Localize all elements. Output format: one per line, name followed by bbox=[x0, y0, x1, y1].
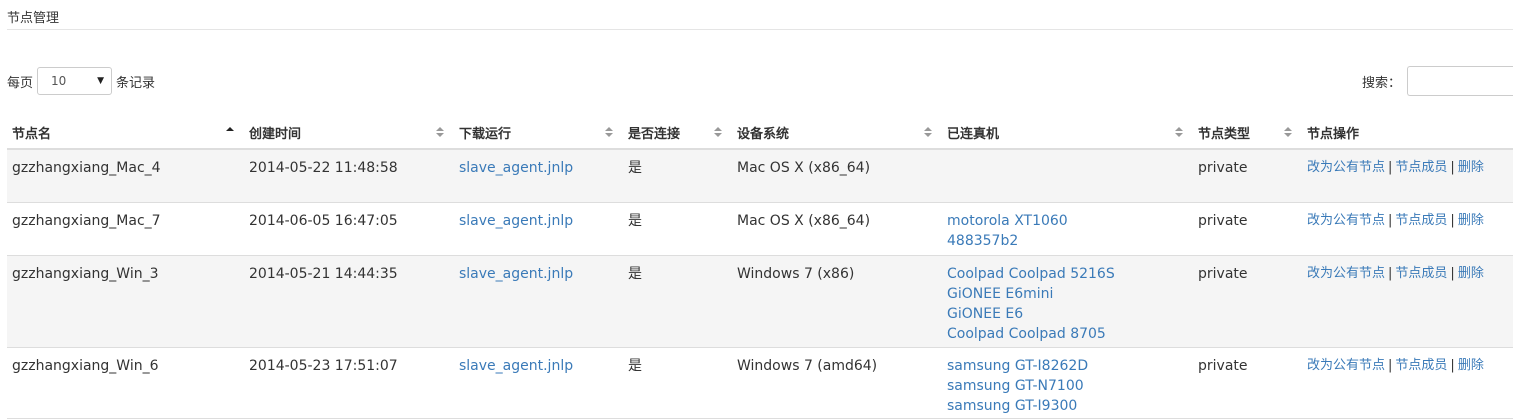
page-length-value: 10 bbox=[51, 74, 67, 88]
table-row: gzzhangxiang_Mac_4 2014-05-22 11:48:58 s… bbox=[7, 149, 1513, 203]
sort-icon bbox=[1284, 127, 1292, 137]
node-name-cell: gzzhangxiang_Win_6 bbox=[7, 347, 244, 419]
created-time-cell: 2014-06-05 16:47:05 bbox=[244, 202, 454, 256]
search-input[interactable] bbox=[1407, 66, 1513, 96]
node-type-cell: private bbox=[1193, 347, 1302, 419]
column-header-connected[interactable]: 是否连接 bbox=[623, 116, 732, 150]
search-label: 搜索： bbox=[1361, 75, 1401, 91]
column-header-download-run[interactable]: 下载运行 bbox=[454, 116, 623, 150]
column-header-node-actions: 节点操作 bbox=[1302, 116, 1513, 150]
phone-link[interactable]: 488357b2 bbox=[947, 231, 1193, 251]
table-row: gzzhangxiang_Win_6 2014-05-23 17:51:07 s… bbox=[7, 347, 1513, 419]
sort-icon bbox=[1175, 127, 1183, 137]
column-header-created-time[interactable]: 创建时间 bbox=[244, 116, 454, 150]
table-header-row: 节点名 创建时间 下载运行 是否连接 设备系统 已连真机 节点类型 节点操作 bbox=[7, 116, 1513, 150]
download-jnlp-link[interactable]: slave_agent.jnlp bbox=[459, 266, 573, 282]
make-public-link[interactable]: 改为公有节点 bbox=[1307, 213, 1385, 228]
device-os-cell: Windows 7 (x86) bbox=[732, 255, 942, 348]
created-time-cell: 2014-05-23 17:51:07 bbox=[244, 347, 454, 419]
search-control: 搜索： bbox=[1362, 66, 1513, 96]
sort-icon bbox=[605, 127, 613, 137]
make-public-link[interactable]: 改为公有节点 bbox=[1307, 358, 1385, 373]
phone-link[interactable]: Coolpad Coolpad 5216S bbox=[947, 264, 1193, 284]
device-os-cell: Mac OS X (x86_64) bbox=[732, 202, 942, 256]
node-type-cell: private bbox=[1193, 202, 1302, 256]
node-table: 节点名 创建时间 下载运行 是否连接 设备系统 已连真机 节点类型 节点操作 g… bbox=[7, 116, 1513, 419]
table-row: gzzhangxiang_Win_3 2014-05-21 14:44:35 s… bbox=[7, 255, 1513, 348]
created-time-cell: 2014-05-21 14:44:35 bbox=[244, 255, 454, 348]
node-name-cell: gzzhangxiang_Mac_7 bbox=[7, 202, 244, 256]
connected-phones-cell: motorola XT1060 488357b2 bbox=[942, 202, 1193, 256]
device-os-cell: Mac OS X (x86_64) bbox=[732, 149, 942, 203]
node-management-page: 节点管理 每页 10 ▼ 条记录 搜索： 节点名 创建时间 下载运行 是否连接 … bbox=[0, 0, 1513, 420]
delete-link[interactable]: 删除 bbox=[1458, 213, 1484, 228]
download-jnlp-link[interactable]: slave_agent.jnlp bbox=[459, 160, 573, 176]
column-header-connected-phones[interactable]: 已连真机 bbox=[942, 116, 1193, 150]
connected-cell: 是 bbox=[623, 255, 732, 348]
sort-icon bbox=[924, 127, 932, 137]
phone-link[interactable]: samsung GT-I9300 bbox=[947, 396, 1193, 416]
page-length-select[interactable]: 10 ▼ bbox=[37, 67, 113, 95]
node-type-cell: private bbox=[1193, 149, 1302, 203]
length-suffix-label: 条记录 bbox=[116, 75, 156, 91]
make-public-link[interactable]: 改为公有节点 bbox=[1307, 266, 1385, 281]
node-members-link[interactable]: 节点成员 bbox=[1395, 213, 1447, 228]
connected-phones-cell: samsung GT-I8262D samsung GT-N7100 samsu… bbox=[942, 347, 1193, 419]
phone-link[interactable]: GiONEE E6mini bbox=[947, 284, 1193, 304]
connected-cell: 是 bbox=[623, 347, 732, 419]
connected-phones-cell: Coolpad Coolpad 5216S GiONEE E6mini GiON… bbox=[942, 255, 1193, 348]
chevron-down-icon: ▼ bbox=[97, 76, 105, 86]
delete-link[interactable]: 删除 bbox=[1458, 266, 1484, 281]
node-members-link[interactable]: 节点成员 bbox=[1395, 266, 1447, 281]
page-length-control: 每页 10 ▼ 条记录 bbox=[7, 66, 155, 96]
download-jnlp-link[interactable]: slave_agent.jnlp bbox=[459, 358, 573, 374]
node-type-cell: private bbox=[1193, 255, 1302, 348]
connected-cell: 是 bbox=[623, 149, 732, 203]
delete-link[interactable]: 删除 bbox=[1458, 358, 1484, 373]
column-header-device-os[interactable]: 设备系统 bbox=[732, 116, 942, 150]
table-row: gzzhangxiang_Mac_7 2014-06-05 16:47:05 s… bbox=[7, 202, 1513, 256]
phone-link[interactable]: samsung GT-I8262D bbox=[947, 356, 1193, 376]
node-members-link[interactable]: 节点成员 bbox=[1395, 160, 1447, 175]
phone-link[interactable]: GiONEE E6 bbox=[947, 304, 1193, 324]
title-divider bbox=[7, 29, 1513, 30]
node-actions-cell: 改为公有节点 | 节点成员 | 删除 bbox=[1302, 149, 1513, 203]
sort-ascending-icon bbox=[226, 127, 234, 131]
download-jnlp-link[interactable]: slave_agent.jnlp bbox=[459, 213, 573, 229]
node-name-cell: gzzhangxiang_Win_3 bbox=[7, 255, 244, 348]
device-os-cell: Windows 7 (amd64) bbox=[732, 347, 942, 419]
connected-phones-cell bbox=[942, 149, 1193, 203]
phone-link[interactable]: samsung GT-N7100 bbox=[947, 376, 1193, 396]
phone-link[interactable]: motorola XT1060 bbox=[947, 211, 1193, 231]
length-prefix-label: 每页 bbox=[7, 75, 34, 91]
node-actions-cell: 改为公有节点 | 节点成员 | 删除 bbox=[1302, 347, 1513, 419]
column-header-node-name[interactable]: 节点名 bbox=[7, 116, 244, 150]
sort-icon bbox=[436, 127, 444, 137]
sort-icon bbox=[714, 127, 722, 137]
node-name-cell: gzzhangxiang_Mac_4 bbox=[7, 149, 244, 203]
created-time-cell: 2014-05-22 11:48:58 bbox=[244, 149, 454, 203]
column-header-node-type[interactable]: 节点类型 bbox=[1193, 116, 1302, 150]
delete-link[interactable]: 删除 bbox=[1458, 160, 1484, 175]
phone-link[interactable]: Coolpad Coolpad 8705 bbox=[947, 324, 1193, 344]
page-title: 节点管理 bbox=[7, 11, 60, 26]
node-actions-cell: 改为公有节点 | 节点成员 | 删除 bbox=[1302, 255, 1513, 348]
node-actions-cell: 改为公有节点 | 节点成员 | 删除 bbox=[1302, 202, 1513, 256]
node-members-link[interactable]: 节点成员 bbox=[1395, 358, 1447, 373]
connected-cell: 是 bbox=[623, 202, 732, 256]
make-public-link[interactable]: 改为公有节点 bbox=[1307, 160, 1385, 175]
